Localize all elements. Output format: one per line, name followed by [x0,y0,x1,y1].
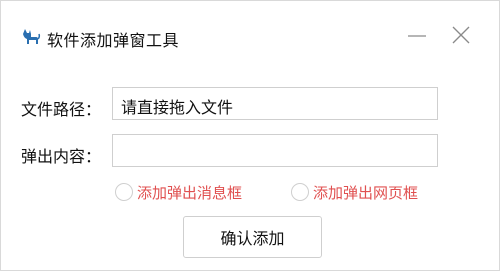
cat-icon [23,29,41,44]
radio-add-message-box-label: 添加弹出消息框 [137,183,243,202]
file-path-label: 文件路径： [21,100,102,119]
popup-content-label: 弹出内容： [21,147,102,166]
title-bar: 软件添加弹窗工具 [1,1,499,59]
radio-add-webpage-box-label: 添加弹出网页框 [313,183,419,202]
radio-add-webpage-box[interactable]: 添加弹出网页框 [291,181,418,203]
popup-content-input[interactable] [112,134,438,167]
minimize-icon [408,35,426,37]
radio-button-circle[interactable] [291,183,309,201]
file-path-input[interactable]: 请直接拖入文件 [112,87,438,120]
close-icon [452,26,470,44]
minimize-button[interactable] [403,21,433,49]
radio-add-message-box[interactable]: 添加弹出消息框 [115,181,242,203]
close-button[interactable] [447,21,477,49]
window-title: 软件添加弹窗工具 [47,31,180,50]
confirm-add-button[interactable]: 确认添加 [183,216,322,258]
app-window: 软件添加弹窗工具 文件路径： 请直接拖入文件 弹出内容： 添加弹出消息框 添加弹… [0,0,500,271]
radio-button-circle[interactable] [115,183,133,201]
